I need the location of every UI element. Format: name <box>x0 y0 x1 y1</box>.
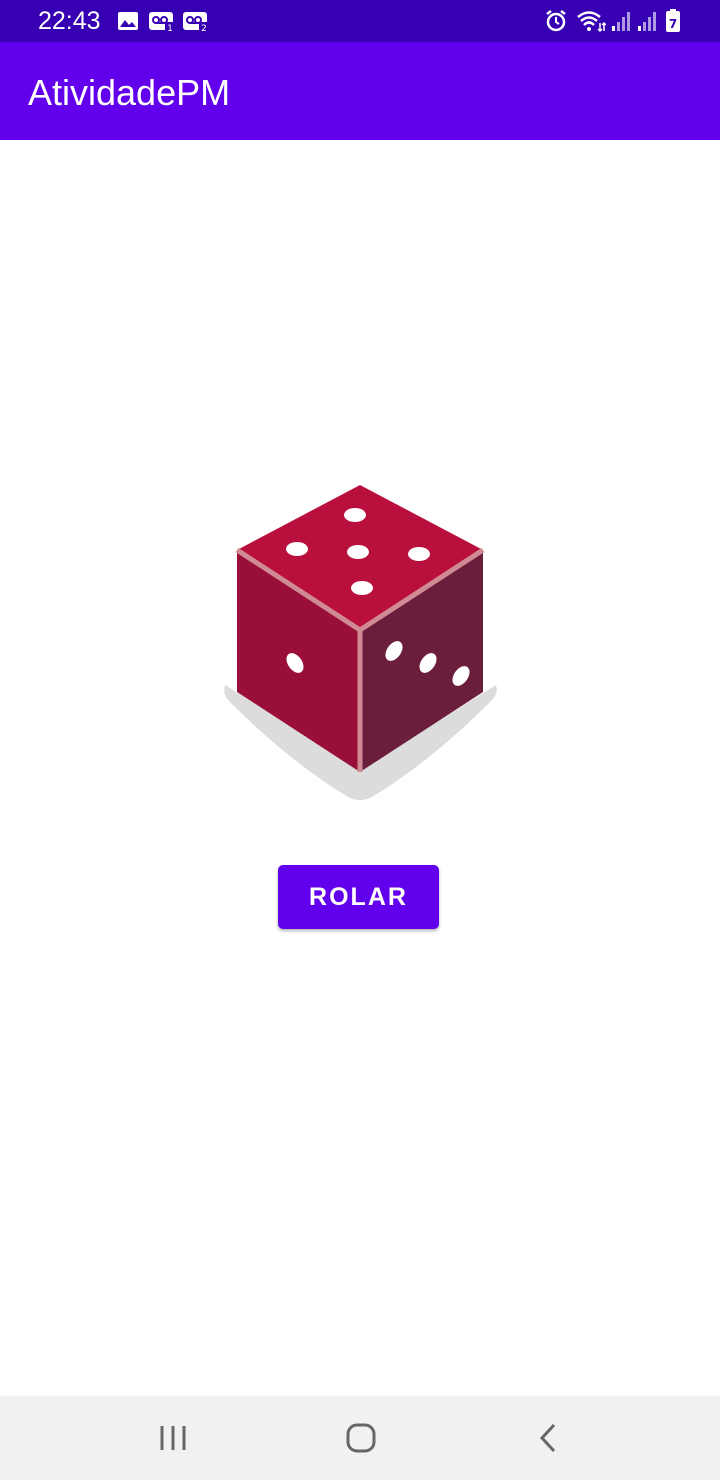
image-icon <box>118 12 138 30</box>
roll-button[interactable]: ROLAR <box>278 865 439 929</box>
status-time: 22:43 <box>38 7 101 35</box>
battery-icon: 7 <box>666 9 680 32</box>
main-content: ROLAR <box>0 140 720 1396</box>
svg-text:7: 7 <box>669 17 677 31</box>
navigation-bar <box>0 1396 720 1480</box>
alarm-icon <box>546 10 566 32</box>
home-icon[interactable] <box>340 1418 380 1458</box>
signal-icon <box>638 12 656 31</box>
status-bar: 22:43 1 2 7 <box>0 0 720 42</box>
signal-icon <box>612 12 630 31</box>
recents-icon[interactable] <box>154 1418 194 1458</box>
wifi-icon <box>577 11 606 33</box>
svg-text:2: 2 <box>201 24 207 33</box>
voicemail-2-icon: 2 <box>183 12 209 33</box>
svg-text:1: 1 <box>167 24 173 33</box>
app-bar: AtividadePM <box>0 42 720 140</box>
voicemail-1-icon: 1 <box>149 12 175 33</box>
back-icon[interactable] <box>528 1418 568 1458</box>
dice-image <box>224 485 497 800</box>
app-title: AtividadePM <box>28 72 231 113</box>
